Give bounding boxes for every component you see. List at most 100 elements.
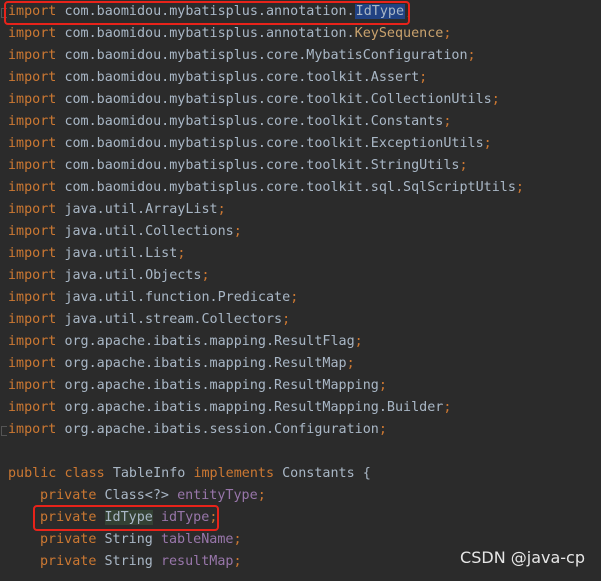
package-name: org.apache.ibatis.mapping. [64, 400, 275, 415]
type-name: String [104, 532, 153, 547]
keyword: import [8, 224, 57, 239]
keyword: private [40, 532, 97, 547]
semicolon: ; [282, 312, 291, 327]
code-line: import java.util.Collections; [8, 221, 242, 243]
class-name: ResultMapping [274, 378, 379, 393]
class-name: Configuration [274, 422, 379, 437]
semicolon: ; [491, 92, 500, 107]
package-name: com.baomidou.mybatisplus.core.toolkit. [64, 70, 371, 85]
code-line: import java.util.function.Predicate; [8, 287, 298, 309]
keyword: import [8, 158, 57, 173]
keyword: implements [193, 466, 275, 481]
package-name: java.util. [64, 224, 146, 239]
package-name: org.apache.ibatis.mapping. [64, 334, 275, 349]
fold-marker-icon[interactable] [1, 426, 7, 436]
semicolon: ; [233, 554, 242, 569]
keyword: import [8, 334, 57, 349]
package-name: com.baomidou.mybatisplus.annotation. [64, 26, 355, 41]
field-name: resultMap [160, 554, 234, 569]
code-editor[interactable]: import com.baomidou.mybatisplus.annotati… [0, 0, 601, 581]
package-name: org.apache.ibatis.mapping. [64, 378, 275, 393]
semicolon: ; [378, 378, 387, 393]
keyword: import [8, 92, 57, 107]
semicolon: ; [290, 290, 299, 305]
code-line: import com.baomidou.mybatisplus.annotati… [8, 23, 451, 45]
class-name: Objects [145, 268, 202, 283]
keyword: import [8, 136, 57, 151]
class-name: ExceptionUtils [370, 136, 484, 151]
semicolon: ; [346, 356, 355, 371]
semicolon: ; [443, 400, 452, 415]
code-line: import com.baomidou.mybatisplus.core.too… [8, 67, 427, 89]
keyword: import [8, 246, 57, 261]
package-name: com.baomidou.mybatisplus.core.toolkit. [64, 92, 371, 107]
class-name: SqlScriptUtils [403, 180, 516, 195]
package-name: com.baomidou.mybatisplus.core.toolkit.sq… [64, 180, 404, 195]
code-line: import com.baomidou.mybatisplus.core.too… [8, 177, 524, 199]
field-line: private Class<?> entityType; [40, 485, 266, 507]
package-name: java.util.stream. [64, 312, 202, 327]
semicolon: ; [443, 26, 452, 41]
field-line: private String resultMap; [40, 551, 242, 573]
semicolon: ; [233, 532, 242, 547]
code-line: import com.baomidou.mybatisplus.core.too… [8, 89, 500, 111]
package-name: java.util. [64, 246, 146, 261]
interface-name: Constants [282, 466, 355, 481]
code-line: import java.util.Objects; [8, 265, 210, 287]
semicolon: ; [443, 114, 452, 129]
package-name: java.util.function. [64, 290, 218, 305]
annotation-box [33, 505, 219, 531]
keyword: import [8, 70, 57, 85]
package-name: org.apache.ibatis.mapping. [64, 356, 275, 371]
type-name: Class<?> [104, 488, 170, 503]
semicolon: ; [483, 136, 492, 151]
field-line: private String tableName; [40, 529, 242, 551]
keyword: import [8, 422, 57, 437]
keyword: import [8, 400, 57, 415]
class-name: ResultMapping.Builder [274, 400, 444, 415]
package-name: com.baomidou.mybatisplus.core.toolkit. [64, 114, 371, 129]
code-line: import com.baomidou.mybatisplus.core.too… [8, 111, 451, 133]
semicolon: ; [467, 48, 476, 63]
class-name: CollectionUtils [370, 92, 492, 107]
class-name: Assert [370, 70, 420, 85]
code-line: import com.baomidou.mybatisplus.core.too… [8, 155, 468, 177]
class-name: Constants [370, 114, 444, 129]
annotation-box [4, 1, 410, 25]
field-name: entityType [177, 488, 258, 503]
package-name: com.baomidou.mybatisplus.core. [64, 48, 307, 63]
class-name: StringUtils [370, 158, 460, 173]
keyword: import [8, 290, 57, 305]
code-line: import java.util.stream.Collectors; [8, 309, 290, 331]
keyword: import [8, 48, 57, 63]
keyword: private [40, 554, 97, 569]
code-line: import org.apache.ibatis.mapping.ResultM… [8, 397, 451, 419]
semicolon: ; [354, 334, 363, 349]
package-name: com.baomidou.mybatisplus.core.toolkit. [64, 158, 371, 173]
class-name: Collectors [201, 312, 283, 327]
package-name: com.baomidou.mybatisplus.core.toolkit. [64, 136, 371, 151]
class-name: MybatisConfiguration [306, 48, 468, 63]
keyword: public [8, 466, 57, 481]
code-line: import org.apache.ibatis.session.Configu… [8, 419, 387, 441]
semicolon: ; [233, 224, 242, 239]
field-name: tableName [160, 532, 234, 547]
keyword: import [8, 26, 57, 41]
keyword: import [8, 378, 57, 393]
semicolon: ; [459, 158, 468, 173]
code-line: import com.baomidou.mybatisplus.core.too… [8, 133, 492, 155]
code-line: import java.util.List; [8, 243, 185, 265]
keyword: import [8, 180, 57, 195]
semicolon: ; [177, 246, 186, 261]
class-name: Collections [145, 224, 234, 239]
class-name: List [145, 246, 178, 261]
keyword: import [8, 202, 57, 217]
semicolon: ; [257, 488, 266, 503]
semicolon: ; [217, 202, 226, 217]
semicolon: ; [419, 70, 428, 85]
keyword: import [8, 114, 57, 129]
code-line: import org.apache.ibatis.mapping.ResultF… [8, 331, 363, 353]
class-name: ResultFlag [274, 334, 355, 349]
package-name: org.apache.ibatis.session. [64, 422, 275, 437]
keyword: private [40, 488, 97, 503]
